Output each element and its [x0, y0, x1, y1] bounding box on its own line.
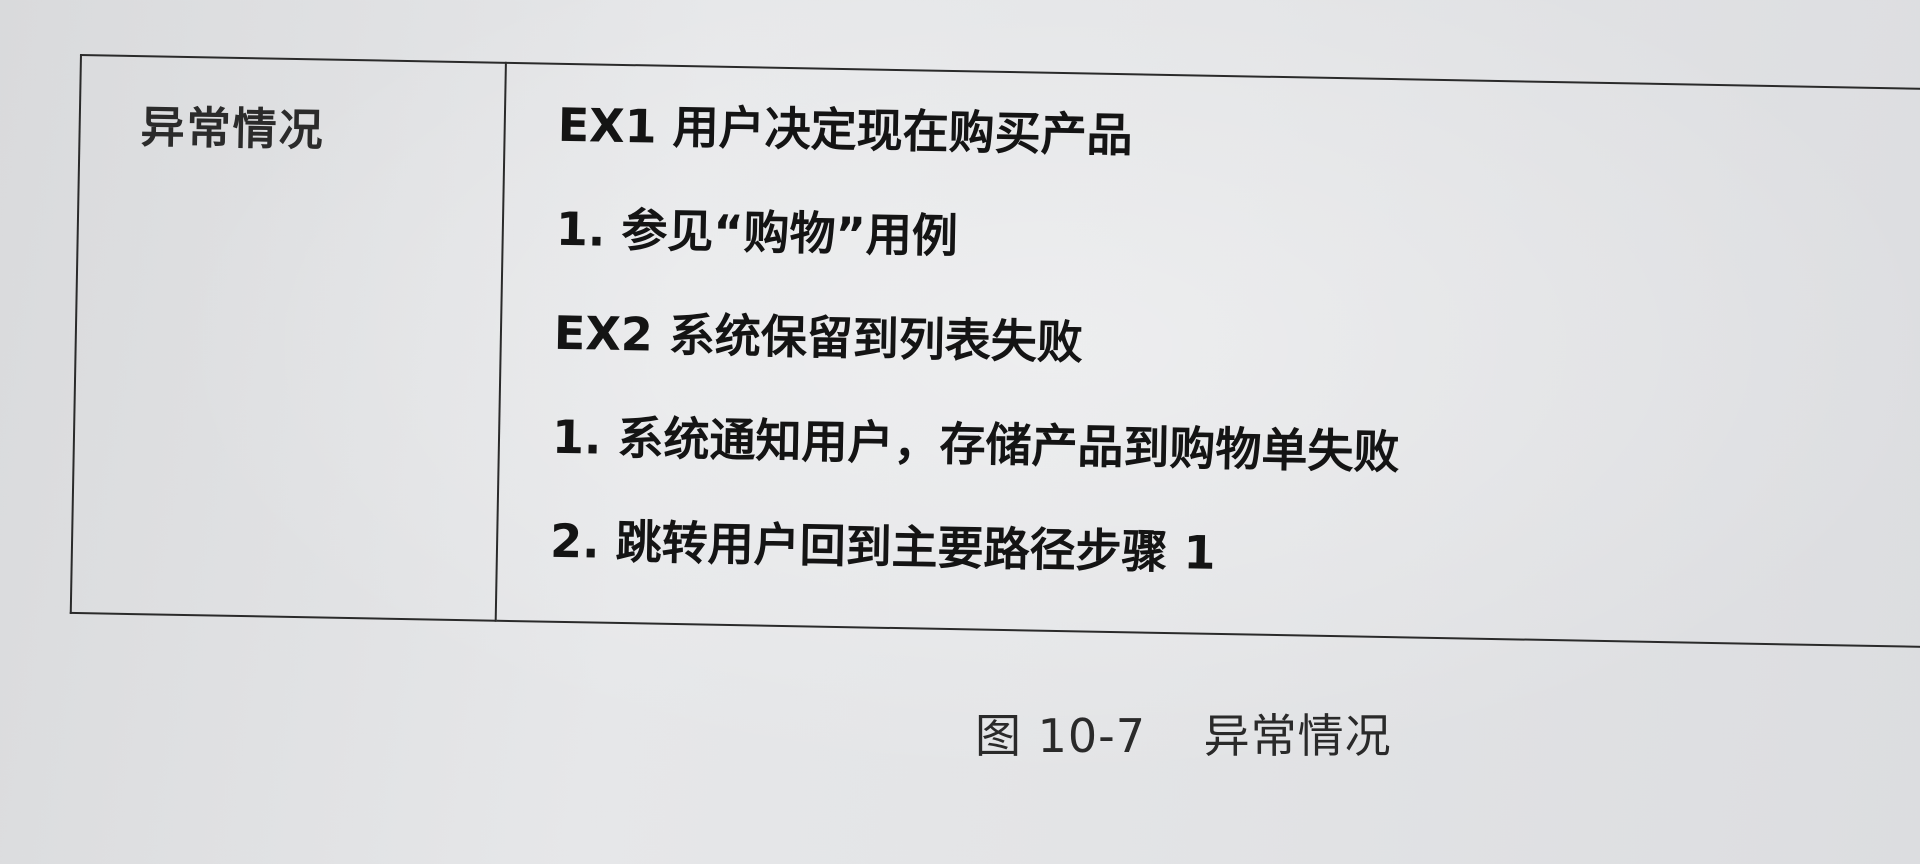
- figure-caption: 图 10-7 异常情况: [975, 700, 1392, 766]
- content-cell: EX1 用户决定现在购买产品 1. 参见“购物”用例 EX2 系统保留到列表失败…: [495, 62, 1920, 647]
- exception-table-container: 异常情况 EX1 用户决定现在购买产品 1. 参见“购物”用例 EX2 系统保留…: [70, 54, 1920, 648]
- figure-title: 异常情况: [1203, 709, 1392, 763]
- table-row: 异常情况 EX1 用户决定现在购买产品 1. 参见“购物”用例 EX2 系统保留…: [70, 55, 1920, 647]
- row-label: 异常情况: [140, 102, 326, 157]
- label-cell: 异常情况: [70, 55, 506, 621]
- figure-number: 图 10-7: [975, 709, 1147, 763]
- exception-table: 异常情况 EX1 用户决定现在购买产品 1. 参见“购物”用例 EX2 系统保留…: [70, 54, 1920, 648]
